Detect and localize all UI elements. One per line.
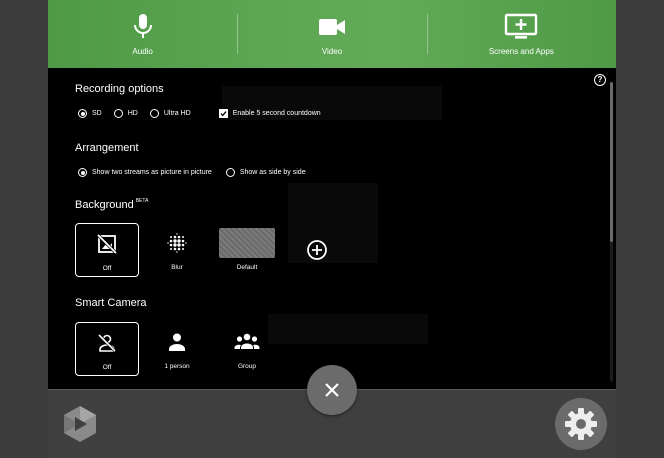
quality-sd-option[interactable]: SD	[78, 109, 102, 118]
countdown-checkbox[interactable]	[218, 109, 228, 118]
group-icon	[234, 327, 260, 357]
beta-badge: BETA	[135, 198, 149, 204]
tab-video-label: Video	[321, 47, 343, 56]
quality-hd-option[interactable]: HD	[113, 109, 138, 118]
quality-ultra-hd-option[interactable]: Ultra HD	[149, 109, 191, 118]
microphone-icon	[133, 12, 153, 42]
right-gutter	[616, 0, 664, 458]
person-off-icon	[96, 328, 118, 358]
monitor-add-icon	[504, 12, 538, 42]
recording-quality-options: SD HD Ultra HD Enable 5 second countdown	[78, 109, 333, 118]
background-default-label: Default	[236, 264, 258, 271]
background-title: Background BETA	[75, 198, 149, 211]
quality-sd-label: SD	[92, 110, 102, 117]
smart-camera-one-person-tile[interactable]: 1 person	[145, 322, 209, 376]
background-preview-ghost	[288, 183, 378, 263]
left-gutter	[0, 0, 48, 458]
quality-ultra-hd-label: Ultra HD	[163, 110, 191, 117]
tab-audio[interactable]: Audio	[48, 0, 237, 68]
scrollbar-thumb[interactable]	[610, 82, 613, 242]
countdown-label: Enable 5 second countdown	[232, 110, 321, 117]
arrangement-pip-label: Show two streams as picture in picture	[92, 169, 212, 176]
arrangement-title: Arrangement	[75, 142, 139, 154]
smart-camera-group-tile[interactable]: Group	[215, 322, 279, 376]
help-button[interactable]: ?	[594, 74, 606, 86]
close-settings-button[interactable]	[307, 365, 357, 415]
background-blur-tile[interactable]: Blur	[145, 223, 209, 277]
radio-ultra-hd[interactable]	[149, 109, 159, 118]
checkmark-icon	[220, 111, 227, 117]
add-circle-icon	[307, 240, 327, 260]
background-off-tile[interactable]: Off	[75, 223, 139, 277]
background-default-tile[interactable]: Default	[215, 228, 279, 282]
radio-pip[interactable]	[78, 168, 87, 177]
tab-screens-and-apps[interactable]: Screens and Apps	[426, 0, 616, 68]
no-background-icon	[96, 229, 118, 259]
app-logo-icon	[60, 404, 100, 444]
tab-video[interactable]: Video	[237, 0, 426, 68]
background-preview-ghost	[268, 314, 428, 344]
tab-screens-label: Screens and Apps	[488, 47, 554, 56]
blur-icon	[166, 228, 188, 258]
source-tab-bar: Audio Video Screens and Apps	[48, 0, 616, 68]
default-background-thumbnail	[219, 228, 275, 258]
arrangement-side-by-side-option[interactable]: Show as side by side	[225, 168, 306, 177]
smart-camera-one-person-label: 1 person	[164, 363, 190, 370]
arrangement-pip-option[interactable]: Show two streams as picture in picture	[78, 168, 212, 177]
add-background-button[interactable]	[306, 239, 328, 261]
background-blur-label: Blur	[171, 264, 183, 271]
background-title-text: Background	[75, 199, 134, 211]
person-icon	[166, 327, 188, 357]
radio-hd[interactable]	[113, 109, 123, 118]
smart-camera-title: Smart Camera	[75, 297, 147, 309]
recording-options-title: Recording options	[75, 83, 164, 95]
tab-audio-label: Audio	[132, 47, 153, 56]
background-off-label: Off	[102, 265, 112, 272]
settings-button[interactable]	[555, 398, 607, 450]
radio-side-by-side[interactable]	[225, 168, 235, 177]
close-icon	[325, 383, 339, 397]
quality-hd-label: HD	[127, 110, 138, 117]
smart-camera-group-label: Group	[237, 363, 257, 370]
gear-icon	[565, 408, 597, 440]
recording-settings-panel: ? Recording options SD HD Ultra HD Enabl…	[48, 68, 616, 389]
smart-camera-off-tile[interactable]: Off	[75, 322, 139, 376]
countdown-option[interactable]: Enable 5 second countdown	[203, 109, 321, 118]
video-camera-icon	[318, 12, 346, 42]
smart-camera-off-label: Off	[102, 364, 112, 371]
arrangement-options: Show two streams as picture in picture S…	[78, 168, 318, 177]
radio-sd[interactable]	[78, 109, 87, 118]
arrangement-side-by-side-label: Show as side by side	[239, 169, 306, 176]
